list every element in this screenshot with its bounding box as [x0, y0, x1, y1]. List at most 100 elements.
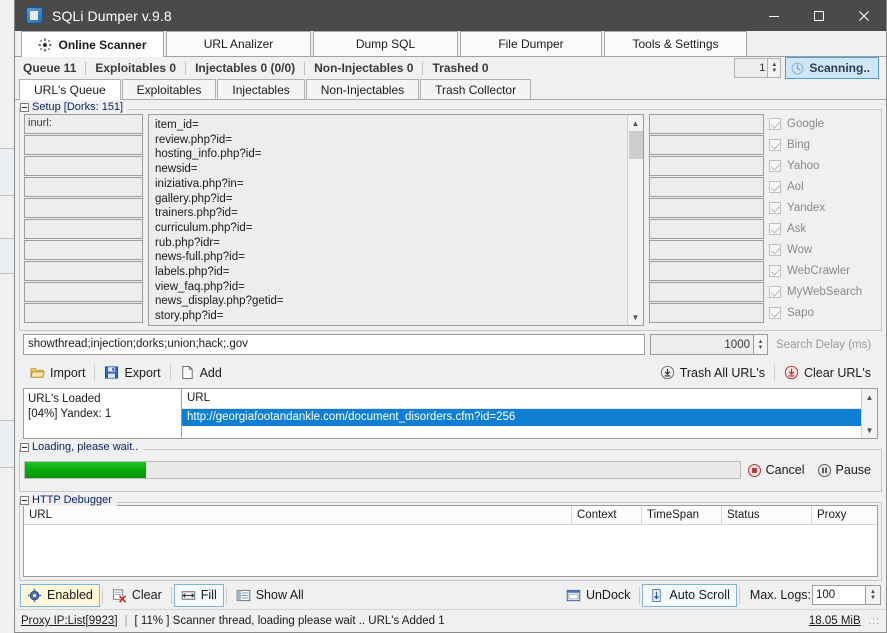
minimize-icon[interactable]	[751, 0, 796, 31]
checkbox-icon[interactable]	[769, 118, 781, 130]
collapse-icon[interactable]	[20, 442, 29, 452]
keywords-input[interactable]: showthread;injection;dorks;union;hack;.g…	[23, 334, 645, 355]
checkbox-icon[interactable]	[769, 223, 781, 235]
scroll-up-icon[interactable]: ▲	[862, 389, 878, 405]
dork-suffix-input[interactable]	[649, 261, 764, 281]
subtab-non-injectables[interactable]: Non-Injectables	[305, 79, 420, 99]
dork-item[interactable]: artikelinfo.php?id=	[155, 324, 627, 326]
tab-url-analizer[interactable]: URL Analizer	[166, 31, 311, 56]
engine-google[interactable]: Google	[769, 114, 877, 134]
dork-item[interactable]: rub.php?idr=	[155, 236, 627, 251]
url-column-header[interactable]: URL	[182, 389, 861, 409]
dork-suffix-input[interactable]	[649, 198, 764, 218]
scrollbar-thumb[interactable]	[628, 131, 643, 159]
scrollbar-track[interactable]	[628, 131, 644, 309]
checkbox-icon[interactable]	[769, 286, 781, 298]
show-all-button[interactable]: Show All	[229, 584, 311, 607]
dork-prefix-input[interactable]	[24, 303, 143, 323]
enabled-toggle[interactable]: Enabled	[20, 583, 100, 607]
column-status[interactable]: Status	[722, 506, 812, 524]
column-url[interactable]: URL	[24, 506, 572, 524]
fill-button[interactable]: Fill	[173, 583, 224, 607]
dork-item[interactable]: review.php?id=	[155, 133, 627, 148]
checkbox-icon[interactable]	[769, 244, 781, 256]
dork-prefix-input[interactable]	[24, 198, 143, 218]
dorks-list[interactable]: item_id= review.php?id= hosting_info.php…	[149, 115, 627, 325]
dork-prefix-input[interactable]: inurl:	[24, 114, 143, 134]
engine-aol[interactable]: Aol	[769, 177, 877, 197]
checkbox-icon[interactable]	[769, 181, 781, 193]
collapse-icon[interactable]	[20, 102, 29, 112]
dork-item[interactable]: news_display.php?getid=	[155, 294, 627, 309]
search-delay-input[interactable]: 1000	[650, 334, 754, 355]
scroll-up-icon[interactable]: ▲	[628, 115, 644, 131]
dork-item[interactable]: curriculum.php?id=	[155, 221, 627, 236]
dork-item[interactable]: view_faq.php?id=	[155, 280, 627, 295]
resize-grip-icon[interactable]: .::	[869, 616, 880, 627]
url-list-scrollbar[interactable]: ▲ ▼	[861, 389, 877, 438]
engine-mywebsearch[interactable]: MyWebSearch	[769, 282, 877, 302]
clear-urls-button[interactable]: Clear URL's	[777, 362, 878, 383]
dork-item[interactable]: hosting_info.php?id=	[155, 147, 627, 162]
dork-item[interactable]: labels.php?id=	[155, 265, 627, 280]
dork-suffix-input[interactable]	[649, 177, 764, 197]
scroll-down-icon[interactable]: ▼	[862, 422, 878, 438]
proxy-list-link[interactable]: Proxy IP:List[9923]	[21, 615, 118, 627]
checkbox-icon[interactable]	[769, 265, 781, 277]
subtab-trash-collector[interactable]: Trash Collector	[420, 79, 532, 99]
tab-file-dumper[interactable]: File Dumper	[460, 31, 602, 56]
threads-stepper[interactable]: ▲ ▼	[768, 58, 782, 78]
scanning-button[interactable]: Scanning..	[785, 57, 879, 79]
import-button[interactable]: Import	[23, 362, 92, 383]
dork-suffix-input[interactable]	[649, 156, 764, 176]
dork-prefix-input[interactable]	[24, 282, 143, 302]
collapse-icon[interactable]	[20, 495, 29, 505]
max-logs-stepper[interactable]: ▲ ▼	[866, 585, 881, 605]
checkbox-icon[interactable]	[769, 139, 781, 151]
threads-input[interactable]: 1	[734, 58, 769, 78]
dork-prefix-input[interactable]	[24, 135, 143, 155]
tab-online-scanner[interactable]: Online Scanner	[21, 31, 164, 57]
checkbox-icon[interactable]	[769, 160, 781, 172]
tab-tools-settings[interactable]: Tools & Settings	[604, 31, 747, 56]
dorks-listbox[interactable]: item_id= review.php?id= hosting_info.php…	[148, 114, 644, 326]
engine-sapo[interactable]: Sapo	[769, 303, 877, 323]
dork-suffix-input[interactable]	[649, 282, 764, 302]
dork-prefix-input[interactable]	[24, 240, 143, 260]
http-debugger-table[interactable]: URL Context TimeSpan Status Proxy	[23, 505, 878, 577]
add-button[interactable]: Add	[173, 362, 229, 383]
dork-suffix-input[interactable]	[649, 240, 764, 260]
dork-item[interactable]: newsid=	[155, 162, 627, 177]
subtab-urls-queue[interactable]: URL's Queue	[19, 79, 121, 100]
engine-bing[interactable]: Bing	[769, 135, 877, 155]
url-list-row[interactable]: http://georgiafootandankle.com/document_…	[182, 409, 861, 426]
engine-yandex[interactable]: Yandex	[769, 198, 877, 218]
scrollbar-track[interactable]	[862, 405, 878, 422]
column-proxy[interactable]: Proxy	[812, 506, 877, 524]
dork-suffix-input[interactable]	[649, 114, 764, 134]
scroll-down-icon[interactable]: ▼	[628, 309, 644, 325]
engine-webcrawler[interactable]: WebCrawler	[769, 261, 877, 281]
checkbox-icon[interactable]	[769, 202, 781, 214]
dork-item[interactable]: iniziativa.php?in=	[155, 177, 627, 192]
checkbox-icon[interactable]	[769, 307, 781, 319]
dork-suffix-input[interactable]	[649, 219, 764, 239]
dork-item[interactable]: story.php?id=	[155, 309, 627, 324]
undock-button[interactable]: UnDock	[559, 584, 637, 607]
url-list[interactable]: URL http://georgiafootandankle.com/docum…	[182, 388, 878, 439]
dork-prefix-input[interactable]	[24, 219, 143, 239]
max-logs-input[interactable]: 100	[812, 585, 866, 605]
maximize-icon[interactable]	[796, 0, 841, 31]
dork-item[interactable]: trainers.php?id=	[155, 206, 627, 221]
clear-logs-button[interactable]: Clear	[105, 584, 169, 607]
export-button[interactable]: Export	[97, 362, 167, 383]
dork-suffix-input[interactable]	[649, 303, 764, 323]
dork-item[interactable]: gallery.php?id=	[155, 192, 627, 207]
search-delay-stepper[interactable]: ▲ ▼	[754, 334, 768, 355]
column-timespan[interactable]: TimeSpan	[642, 506, 722, 524]
subtab-exploitables[interactable]: Exploitables	[121, 79, 217, 99]
dork-item[interactable]: item_id=	[155, 118, 627, 133]
dork-suffix-input[interactable]	[649, 135, 764, 155]
engine-wow[interactable]: Wow	[769, 240, 877, 260]
tab-dump-sql[interactable]: Dump SQL	[313, 31, 458, 56]
